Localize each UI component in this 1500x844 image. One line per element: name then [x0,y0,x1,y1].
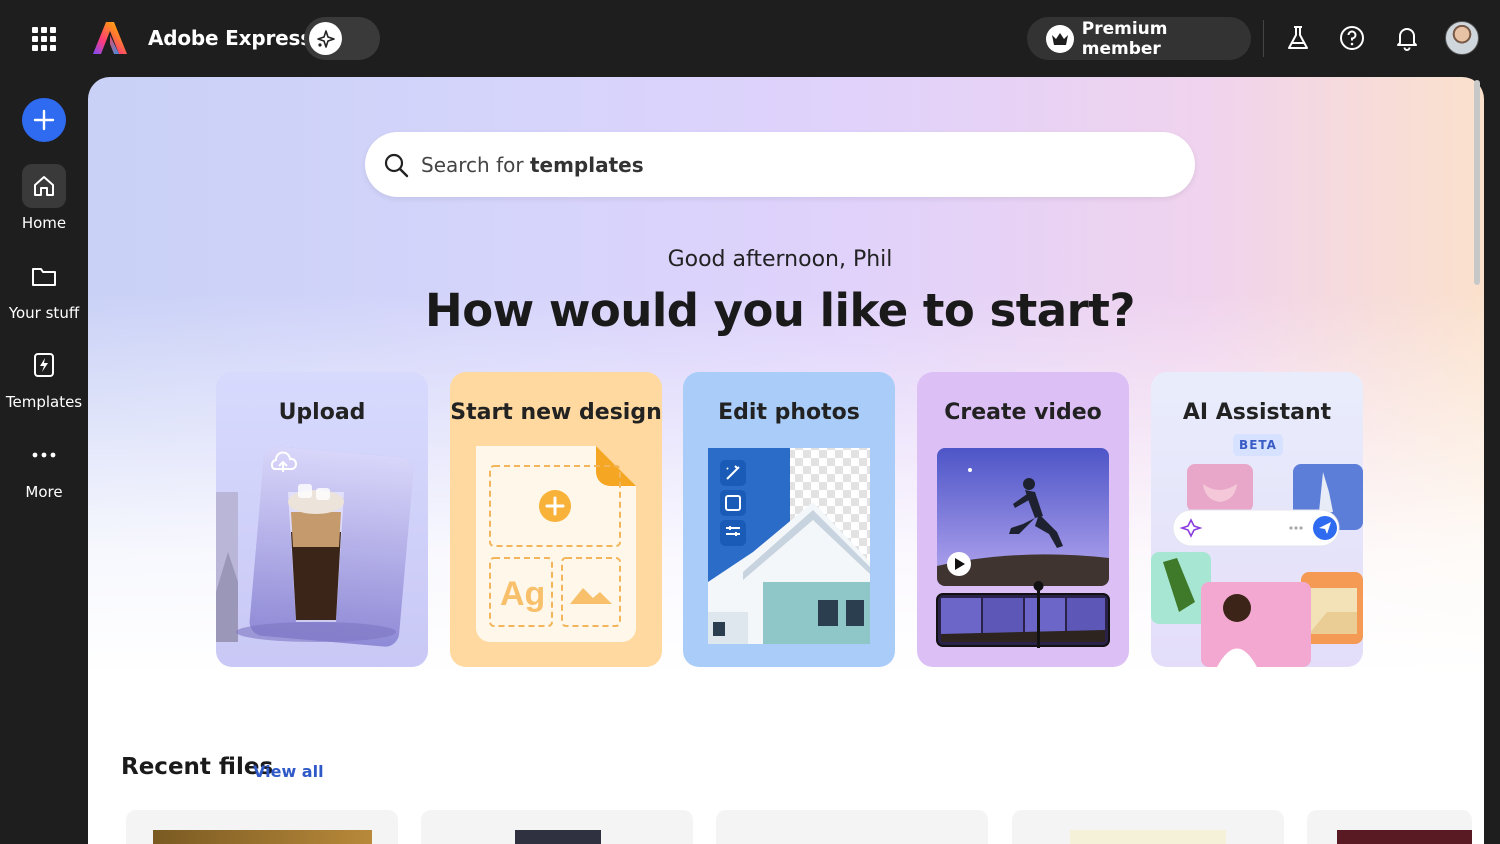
card-title: Edit photos [718,400,860,425]
crown-icon [1046,24,1074,53]
sidebar-item-label: More [25,483,63,501]
notifications-bell-icon[interactable] [1393,24,1421,52]
sidebar-item-label: Templates [5,393,83,411]
sidebar-item-your-stuff[interactable]: Your stuff [0,254,88,322]
sidebar-item-templates[interactable]: Templates [0,343,88,411]
card-title: AI Assistant [1182,400,1332,425]
recent-file-card[interactable] [1012,810,1284,844]
greeting-text: Good afternoon, Phil [667,247,893,272]
create-new-button[interactable] [22,98,66,142]
help-icon[interactable] [1338,24,1366,52]
adobe-express-logo[interactable] [92,21,128,55]
plus-icon [33,109,55,131]
page-headline: How would you like to start? [425,284,1135,337]
ai-assistant-card[interactable]: AI Assistant BETA [1151,372,1363,667]
search-input[interactable]: Search for templates [365,132,1195,197]
file-thumbnail [1070,830,1226,844]
card-title: Create video [944,400,1102,425]
sidebar-item-label: Home [21,214,67,232]
sidebar-item-more[interactable]: More [0,433,88,501]
recent-file-card[interactable] [716,810,988,844]
home-icon [22,164,66,208]
ai-collage-illustration [1151,464,1363,667]
beta-badge: BETA [1233,434,1283,456]
folder-icon [22,254,66,298]
font-sample-text: Ag [500,575,546,613]
iced-coffee-illustration [216,446,414,647]
search-icon [384,153,409,177]
labs-flask-icon[interactable] [1284,24,1312,52]
recent-file-card[interactable] [421,810,693,844]
runner-video-illustration [936,448,1110,648]
main-scrollbar[interactable] [1474,80,1480,285]
top-bar: Adobe Express Premium member [0,0,1500,77]
new-document-illustration [476,446,636,642]
user-avatar[interactable] [1445,21,1479,55]
recent-files-heading: Recent files [121,754,274,780]
recent-file-card[interactable] [126,810,398,844]
card-title: Upload [278,400,366,425]
house-photo-illustration [708,448,870,644]
search-placeholder: Search for templates [421,152,644,177]
sidebar-item-label: Your stuff [8,304,80,322]
main-content: Search for templates Good afternoon, Phi… [88,77,1484,844]
create-video-card[interactable]: Create video [917,372,1129,667]
divider [1263,20,1264,57]
start-new-design-card[interactable]: Start new design Ag [450,372,662,667]
edit-photos-card[interactable]: Edit photos [683,372,895,667]
card-title: Start new design [450,400,662,425]
premium-label: Premium member [1081,18,1168,59]
file-thumbnail [153,830,372,844]
app-switcher-icon[interactable] [32,27,56,51]
file-thumbnail [515,830,601,844]
ai-toggle[interactable] [304,17,380,60]
premium-member-button[interactable]: Premium member [1027,17,1251,60]
app-title: Adobe Express [148,26,312,50]
view-all-link[interactable]: View all [253,762,324,781]
more-dots-icon [22,433,66,477]
file-thumbnail [1337,830,1472,844]
upload-card[interactable]: Upload [216,372,428,667]
sidebar-item-home[interactable]: Home [0,164,88,232]
templates-bolt-icon [22,343,66,387]
sparkle-icon [309,22,342,55]
sidebar: Home Your stuff Templates More [0,77,88,844]
recent-file-card[interactable] [1307,810,1472,844]
